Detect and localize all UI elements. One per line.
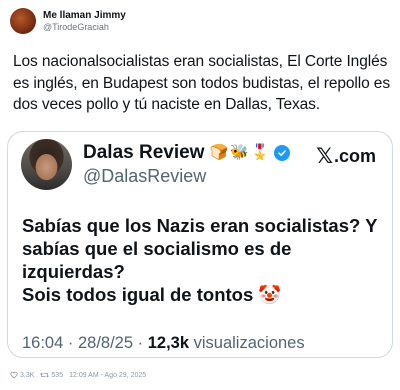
- medal-icon: 🎖️: [250, 144, 270, 162]
- views-count: 12,3k: [147, 334, 190, 352]
- tweet-text: Los nacionalsocialistas eran socialistas…: [13, 53, 390, 113]
- retweet-count: 535: [51, 371, 64, 379]
- retweet-icon: [40, 372, 50, 378]
- bee-icon: 🐝: [230, 144, 249, 162]
- card-name-row: Dalas Review 🍞 🐝 🎖️: [83, 142, 290, 164]
- heart-icon: [10, 371, 18, 379]
- card-meta: 16:04 · 28/8/25 · 12,3k visualizaciones: [22, 334, 305, 352]
- bread-icon: 🍞: [209, 144, 229, 162]
- text-line: sabías que el socialismo es de: [22, 238, 292, 259]
- like-count: 3,3K: [20, 371, 35, 379]
- outer-author: Me llaman Jimmy @TirodeGraciah: [43, 10, 126, 32]
- x-logo-icon: 𝕏: [316, 145, 333, 168]
- avatar[interactable]: [21, 139, 72, 190]
- text-line: Sabías que los Nazis eran socialistas? Y: [22, 215, 378, 236]
- verified-icon: [273, 145, 290, 162]
- tweet-time[interactable]: 16:04: [22, 334, 63, 352]
- x-com-logo: 𝕏 .com: [316, 146, 376, 167]
- card-header: Dalas Review 🍞 🐝 🎖️ @DalasReview: [21, 139, 290, 190]
- retweet-stat[interactable]: 535: [40, 371, 63, 379]
- tweet-date[interactable]: 28/8/25: [78, 334, 133, 352]
- author-handle[interactable]: @TirodeGraciah: [43, 22, 126, 32]
- author-name[interactable]: Me llaman Jimmy: [43, 10, 126, 22]
- profile-badges: 🍞 🐝 🎖️: [209, 145, 271, 161]
- author-name[interactable]: Dalas Review: [83, 142, 204, 164]
- quoted-tweet-card[interactable]: Dalas Review 🍞 🐝 🎖️ @DalasReview 𝕏 .com …: [7, 131, 393, 358]
- card-author: Dalas Review 🍞 🐝 🎖️ @DalasReview: [83, 142, 290, 187]
- quoted-tweet-text: Sabías que los Nazis eran socialistas? Y…: [22, 214, 382, 306]
- text-line: izquierdas?: [22, 261, 125, 282]
- outer-tweet-stats: 3,3K 535 12:09 AM - Ago 29, 2025: [10, 371, 152, 379]
- views-label: visualizaciones: [193, 334, 305, 352]
- text-line: Sois todos igual de tontos 🤡: [22, 284, 282, 305]
- author-handle[interactable]: @DalasReview: [83, 166, 290, 187]
- site-label: .com: [333, 146, 376, 166]
- tweet-timestamp[interactable]: 12:09 AM - Ago 29, 2025: [69, 372, 146, 379]
- avatar[interactable]: [10, 8, 36, 34]
- outer-tweet-header: Me llaman Jimmy @TirodeGraciah: [10, 8, 126, 34]
- like-stat[interactable]: 3,3K: [10, 371, 34, 379]
